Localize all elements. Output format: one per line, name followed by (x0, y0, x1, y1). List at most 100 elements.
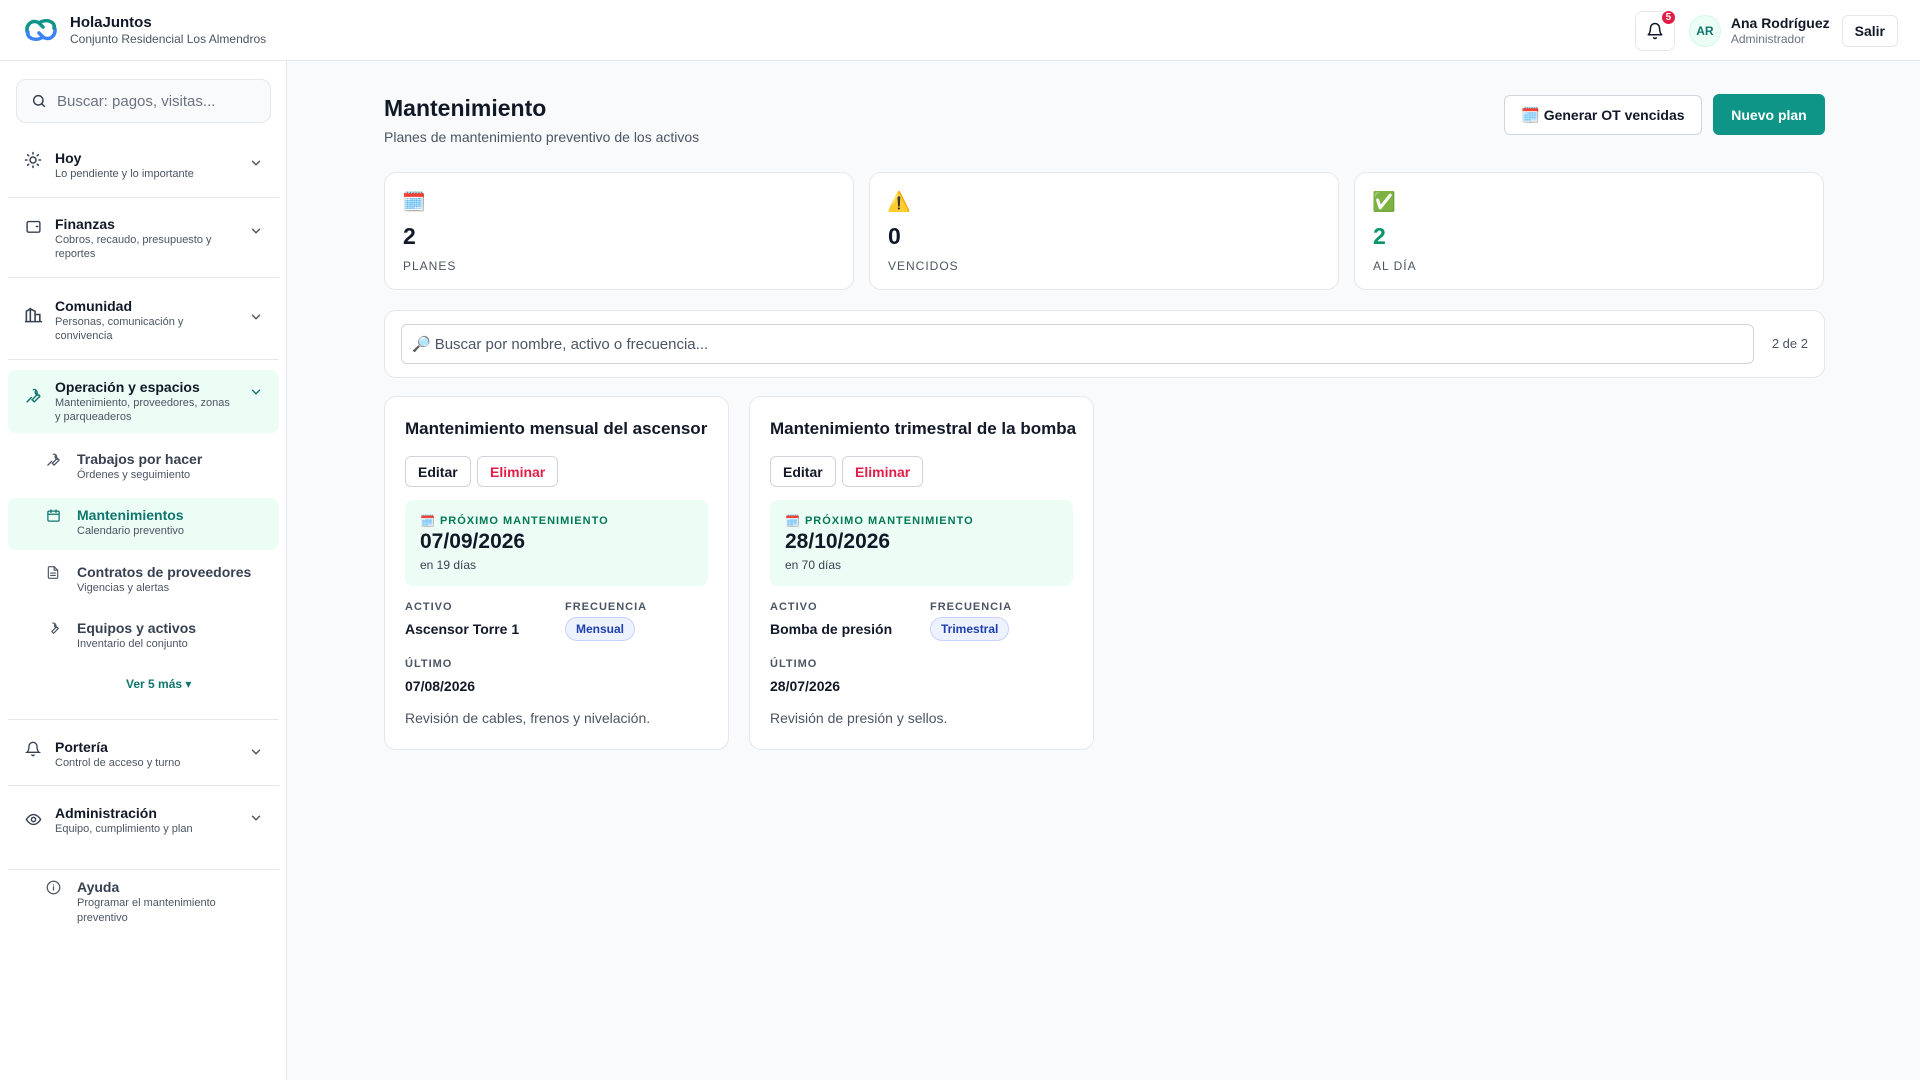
help-title: Ayuda (77, 879, 120, 895)
sidebar-item-mantenimientos[interactable]: Mantenimientos Calendario preventivo (44, 506, 279, 539)
divider (8, 719, 279, 720)
chevron-down-icon (251, 815, 261, 821)
sidebar-item-trabajos[interactable]: Trabajos por hacer Órdenes y seguimiento (44, 450, 279, 483)
divider (8, 359, 279, 360)
user-info[interactable]: Ana Rodríguez Administrador (1731, 15, 1830, 47)
divider (8, 869, 279, 870)
search-icon (32, 94, 46, 108)
sidebar-group-title: Comunidad (55, 298, 132, 314)
logout-button[interactable]: Salir (1841, 15, 1898, 47)
sidebar-item-desc: Vigencias y alertas (77, 582, 170, 594)
sidebar-item-equipos[interactable]: Equipos y activos Inventario del conjunt… (44, 619, 279, 652)
stat-label: VENCIDOS (888, 259, 959, 273)
next-maintenance-relative: en 70 días (785, 558, 842, 572)
sidebar-item-title: Equipos y activos (77, 620, 197, 636)
sidebar-item-desc: Inventario del conjunto (77, 638, 188, 650)
stat-value: 0 (888, 223, 901, 249)
delete-button[interactable]: Eliminar (842, 456, 924, 487)
search-placeholder: Buscar: pagos, visitas... (57, 92, 216, 110)
next-maintenance-box: 🗓️ PRÓXIMO MANTENIMIENTO 28/10/2026 en 70… (770, 500, 1073, 586)
filter-bar: 🔎 Buscar por nombre, activo o frecuencia… (384, 310, 1825, 378)
stat-card-plans: 🗓️ 2 PLANES (384, 172, 854, 290)
plan-title: Mantenimiento trimestral de la bomba (770, 419, 1077, 438)
plan-title: Mantenimiento mensual del ascensor (405, 419, 708, 438)
edit-button[interactable]: Editar (770, 456, 836, 487)
edit-button[interactable]: Editar (405, 456, 471, 487)
frequency-badge: Trimestral (930, 617, 1010, 641)
next-maintenance-relative: en 19 días (420, 558, 477, 572)
bell-icon (22, 738, 44, 760)
eye-icon (22, 808, 44, 830)
logo-icon (25, 19, 57, 41)
plan-description: Revisión de presión y sellos. (770, 710, 948, 726)
sidebar-group-comunidad[interactable]: Comunidad Personas, comunicación y convi… (8, 297, 279, 343)
sidebar-group-title: Administración (55, 805, 157, 821)
stat-value: 2 (403, 223, 416, 249)
sidebar-group-title: Operación y espacios (55, 379, 200, 395)
divider (8, 197, 279, 198)
buildings-icon (22, 303, 44, 325)
last-value: 07/08/2026 (405, 678, 476, 694)
delete-button[interactable]: Eliminar (477, 456, 559, 487)
sidebar-group-desc: Control de acceso y turno (55, 757, 181, 769)
document-icon (44, 563, 62, 581)
bell-icon (1647, 22, 1663, 40)
generate-overdue-orders-label: Generar OT vencidas (1543, 107, 1685, 123)
frequency-badge: Mensual (565, 617, 636, 641)
brand[interactable]: HolaJuntos Conjunto Residencial Los Alme… (0, 14, 266, 47)
sidebar-group-finanzas[interactable]: Finanzas Cobros, recaudo, presupuesto y … (8, 215, 279, 261)
new-plan-button[interactable]: Nuevo plan (1713, 94, 1825, 135)
sidebar-group-hoy[interactable]: Hoy Lo pendiente y lo importante (8, 149, 279, 181)
magnifier-icon: 🔎 (412, 336, 431, 353)
next-maintenance-date: 28/10/2026 (785, 530, 891, 553)
sidebar-item-desc: Calendario preventivo (77, 525, 185, 537)
plan-card: Mantenimiento mensual del ascensor Edita… (384, 396, 729, 750)
stat-label: PLANES (403, 259, 457, 273)
calendar-icon: 🗓️ (402, 192, 426, 213)
sidebar-group-operacion[interactable]: Operación y espacios Mantenimiento, prov… (8, 378, 279, 424)
sidebar-group-administracion[interactable]: Administración Equipo, cumplimiento y pl… (8, 804, 279, 836)
sidebar-search-input[interactable]: Buscar: pagos, visitas... (16, 79, 271, 123)
asset-label: ACTIVO (405, 601, 453, 613)
sidebar-group-desc: Equipo, cumplimiento y plan (55, 823, 193, 835)
plans-search-input[interactable]: 🔎 Buscar por nombre, activo o frecuencia… (401, 324, 1754, 364)
last-label: ÚLTIMO (405, 658, 453, 670)
brand-name: HolaJuntos (70, 13, 152, 31)
sidebar-item-title: Trabajos por hacer (77, 451, 203, 467)
page-subtitle: Planes de mantenimiento preventivo de lo… (384, 129, 700, 145)
wrench-icon (44, 450, 62, 468)
wallet-icon (22, 215, 44, 237)
last-value: 28/07/2026 (770, 678, 841, 694)
brand-subtitle: Conjunto Residencial Los Almendros (70, 31, 267, 46)
help-link[interactable]: Ayuda Programar el mantenimiento prevent… (44, 878, 279, 926)
help-desc: Programar el mantenimiento preventivo (77, 897, 216, 924)
see-more-link[interactable]: Ver 5 más ▾ (126, 677, 191, 691)
sidebar-group-porteria[interactable]: Portería Control de acceso y turno (8, 738, 279, 770)
sidebar-group-desc: Cobros, recaudo, presupuesto y reportes (55, 234, 212, 260)
plan-card: Mantenimiento trimestral de la bomba Edi… (749, 396, 1094, 750)
chevron-down-icon (251, 314, 261, 320)
user-name: Ana Rodríguez (1730, 15, 1830, 31)
notifications-button[interactable]: 5 (1634, 9, 1677, 51)
chevron-down-icon (251, 228, 261, 234)
next-maintenance-date: 07/09/2026 (420, 530, 526, 553)
info-icon (44, 878, 62, 896)
notification-count-badge: 5 (1659, 9, 1677, 26)
generate-overdue-orders-button[interactable]: 🗓️ Generar OT vencidas (1504, 95, 1702, 135)
sidebar-group-desc: Mantenimiento, proveedores, zonas y parq… (55, 397, 230, 423)
next-maintenance-box: 🗓️ PRÓXIMO MANTENIMIENTO 07/09/2026 en 19… (405, 500, 708, 586)
warning-icon: ⚠️ (887, 192, 911, 213)
page-title: Mantenimiento (384, 95, 547, 121)
avatar[interactable]: AR (1688, 15, 1721, 47)
frequency-label: FRECUENCIA (565, 601, 648, 613)
user-role: Administrador (1730, 32, 1805, 46)
sun-icon (22, 149, 44, 171)
divider (8, 277, 279, 278)
next-maintenance-label: 🗓️ PRÓXIMO MANTENIMIENTO (420, 514, 609, 528)
main-content: Mantenimiento Planes de mantenimiento pr… (288, 61, 1920, 1080)
asset-value: Bomba de presión (770, 621, 893, 637)
wrench-icon (22, 384, 44, 406)
sidebar-item-title: Mantenimientos (77, 507, 184, 523)
sidebar-item-contratos[interactable]: Contratos de proveedores Vigencias y ale… (44, 563, 279, 596)
asset-value: Ascensor Torre 1 (405, 621, 520, 637)
